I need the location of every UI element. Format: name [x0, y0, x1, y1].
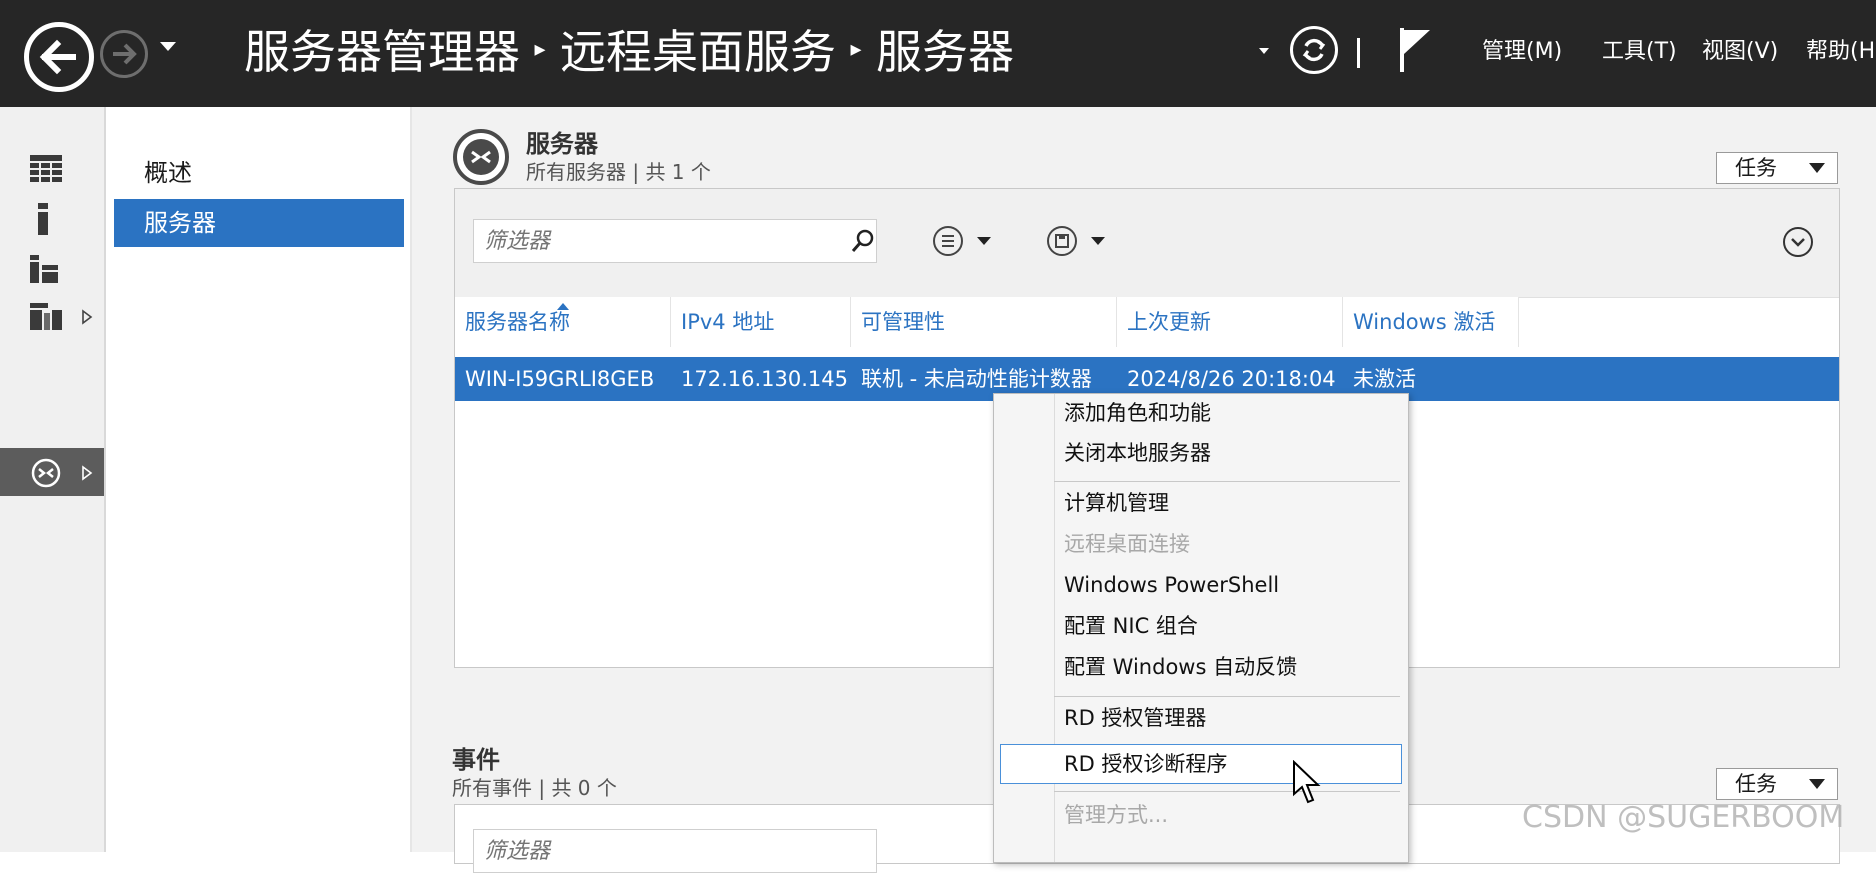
tasks-label: 任务: [1735, 156, 1777, 180]
events-section-title: 事件: [452, 746, 500, 774]
back-button[interactable]: [24, 22, 94, 92]
menu-separator: [1054, 791, 1400, 792]
menu-separator: [1054, 696, 1400, 697]
breadcrumb-item-server-manager[interactable]: 服务器管理器: [244, 25, 520, 79]
all-servers-icon[interactable]: [30, 253, 60, 283]
notifications-flag-icon[interactable]: [1398, 26, 1434, 74]
column-header-label: 服务器名称: [465, 310, 570, 334]
breadcrumb: 服务器管理器 ▸ 远程桌面服务 ▸ 服务器: [244, 18, 1014, 86]
servers-toolbar: [455, 189, 1839, 298]
cell-server-name: WIN-I59GRLI8GEB: [465, 367, 655, 391]
menu-item-add-roles[interactable]: 添加角色和功能: [1064, 396, 1211, 430]
rds-tile-icon: [453, 129, 509, 185]
sort-ascending-icon: [557, 303, 569, 310]
menu-item-remote-desktop-connection[interactable]: 远程桌面连接: [1064, 527, 1190, 561]
menu-help[interactable]: 帮助(H: [1806, 34, 1875, 70]
menu-tools[interactable]: 工具(T): [1602, 34, 1677, 70]
breadcrumb-separator-icon: ▸: [534, 36, 546, 62]
menu-item-computer-management[interactable]: 计算机管理: [1064, 486, 1169, 520]
events-filter-input[interactable]: [473, 829, 877, 873]
local-server-icon[interactable]: [36, 203, 50, 235]
menu-item-configure-nic-teaming[interactable]: 配置 NIC 组合: [1064, 609, 1198, 643]
title-bar: 服务器管理器 ▸ 远程桌面服务 ▸ 服务器 管理(M) 工具(T) 视图(V) 帮助(H: [0, 0, 1876, 107]
forward-button[interactable]: [100, 30, 148, 78]
tasks-label: 任务: [1735, 772, 1777, 796]
secondary-nav: 概述 服务器: [106, 107, 412, 852]
icon-rail: [0, 107, 106, 852]
servers-tasks-button[interactable]: 任务: [1716, 152, 1838, 184]
watermark: CSDN @SUGERBOOM: [1522, 800, 1845, 835]
refresh-button[interactable]: [1290, 26, 1338, 74]
breadcrumb-separator-icon: ▸: [850, 36, 862, 62]
save-icon: [1055, 234, 1069, 248]
mouse-cursor-icon: [1293, 760, 1321, 804]
collapse-toggle-button[interactable]: [1783, 227, 1813, 257]
expand-arrow-icon[interactable]: [80, 309, 94, 325]
column-header-last-update[interactable]: 上次更新: [1117, 297, 1343, 347]
menu-item-rd-licensing-manager[interactable]: RD 授权管理器: [1064, 701, 1206, 735]
menu-separator: [1054, 481, 1400, 482]
column-header-manageability[interactable]: 可管理性: [851, 297, 1117, 347]
column-header-server-name[interactable]: 服务器名称: [455, 297, 671, 347]
tasks-caret-icon: [1809, 163, 1825, 173]
save-query-caret-icon[interactable]: [1091, 237, 1105, 245]
chevron-down-icon: [1791, 238, 1805, 247]
refresh-icon: [1302, 38, 1326, 62]
list-options-button[interactable]: [933, 226, 963, 256]
menu-item-manage-as[interactable]: 管理方式...: [1064, 798, 1168, 832]
list-icon: [942, 235, 954, 247]
menu-item-powershell[interactable]: Windows PowerShell: [1064, 568, 1279, 602]
expand-arrow-icon[interactable]: [80, 465, 94, 481]
menu-item-shutdown-local-server[interactable]: 关闭本地服务器: [1064, 436, 1211, 470]
servers-section-subtitle: 所有服务器 | 共 1 个: [526, 160, 711, 184]
history-dropdown-icon[interactable]: [156, 36, 180, 56]
cell-ipv4: 172.16.130.145: [681, 367, 848, 391]
menu-manage[interactable]: 管理(M): [1482, 34, 1562, 70]
arrow-right-icon: [113, 43, 137, 65]
column-header-activation[interactable]: Windows 激活: [1343, 297, 1519, 347]
tasks-caret-icon: [1809, 779, 1825, 789]
file-storage-icon[interactable]: [30, 301, 62, 331]
context-menu: 添加角色和功能 关闭本地服务器 计算机管理 远程桌面连接 Windows Pow…: [993, 393, 1409, 863]
breadcrumb-item-servers[interactable]: 服务器: [876, 25, 1014, 79]
dashboard-icon[interactable]: [30, 155, 62, 183]
menu-item-rd-licensing-diagnoser[interactable]: RD 授权诊断程序: [1064, 747, 1227, 781]
breadcrumb-item-rds[interactable]: 远程桌面服务: [560, 25, 836, 79]
servers-filter-input[interactable]: [473, 219, 877, 263]
save-query-button[interactable]: [1047, 226, 1077, 256]
menu-view[interactable]: 视图(V): [1702, 34, 1778, 70]
column-header-ipv4[interactable]: IPv4 地址: [671, 297, 851, 347]
events-tasks-button[interactable]: 任务: [1716, 768, 1838, 800]
nav-item-servers[interactable]: 服务器: [114, 199, 404, 247]
list-options-caret-icon[interactable]: [977, 237, 991, 245]
refresh-dropdown-icon[interactable]: [1256, 44, 1272, 58]
toolbar-divider: [1357, 38, 1360, 68]
servers-section-title: 服务器: [526, 130, 598, 158]
nav-item-overview[interactable]: 概述: [114, 149, 404, 197]
search-icon[interactable]: [851, 229, 875, 253]
events-section-subtitle: 所有事件 | 共 0 个: [452, 776, 617, 800]
arrow-left-icon: [39, 39, 76, 75]
menu-item-configure-windows-feedback[interactable]: 配置 Windows 自动反馈: [1064, 650, 1297, 684]
remote-desktop-icon[interactable]: [30, 457, 62, 489]
